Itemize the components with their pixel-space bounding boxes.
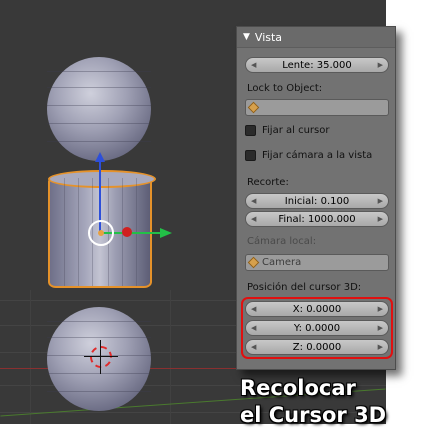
y-arrow-icon[interactable]	[160, 228, 172, 238]
view-properties-panel: ▼ Vista ◀ Lente: 35.000 ▶ Lock to Object…	[236, 26, 396, 370]
object-origin	[98, 230, 104, 236]
clip-label: Recorte:	[247, 177, 289, 188]
caption-line-1: Recolocar	[240, 376, 356, 400]
cursor-position-label: Posición del cursor 3D:	[247, 282, 362, 293]
triangle-down-icon[interactable]: ▼	[243, 32, 250, 42]
lock-camera-checkbox[interactable]	[245, 150, 256, 161]
lock-to-object-label: Lock to Object:	[247, 83, 323, 94]
highlight-box	[241, 297, 393, 359]
lock-cursor-label: Fijar al cursor	[262, 125, 330, 136]
chevron-right-icon[interactable]: ▶	[378, 61, 383, 69]
clip-end-value: Final: 1000.000	[278, 213, 356, 225]
local-camera-label: Cámara local:	[247, 236, 317, 247]
panel-title: Vista	[254, 30, 283, 44]
lock-cursor-checkbox[interactable]	[245, 125, 256, 136]
lens-field[interactable]: ◀ Lente: 35.000 ▶	[245, 57, 389, 73]
clip-end-field[interactable]: ◀ Final: 1000.000 ▶	[245, 211, 389, 227]
clip-start-value: Inicial: 0.100	[284, 195, 350, 207]
lock-cursor-row[interactable]: Fijar al cursor	[245, 125, 329, 136]
chevron-right-icon[interactable]: ▶	[378, 197, 383, 205]
3d-cursor-crosshair	[84, 356, 118, 357]
lock-camera-label: Fijar cámara a la vista	[262, 150, 373, 161]
sphere-top[interactable]	[47, 57, 151, 161]
clip-start-field[interactable]: ◀ Inicial: 0.100 ▶	[245, 193, 389, 209]
z-arrow-icon[interactable]	[95, 152, 105, 162]
panel-header[interactable]: ▼ Vista	[237, 27, 395, 48]
3d-cursor-crosshair	[100, 340, 101, 374]
lock-camera-row[interactable]: Fijar cámara a la vista	[245, 150, 372, 161]
lens-value: Lente: 35.000	[282, 59, 352, 71]
local-camera-field[interactable]: Camera	[245, 254, 389, 271]
grid-line	[30, 290, 31, 424]
3d-cursor-icon[interactable]	[90, 346, 112, 368]
x-axis-manipulator[interactable]	[122, 227, 132, 237]
chevron-right-icon[interactable]: ▶	[378, 215, 383, 223]
camera-icon	[247, 256, 260, 269]
cube-icon	[247, 101, 260, 114]
caption-line-2: el Cursor 3D	[240, 403, 387, 427]
local-camera-value: Camera	[262, 257, 302, 268]
lock-to-object-field[interactable]	[245, 99, 389, 116]
